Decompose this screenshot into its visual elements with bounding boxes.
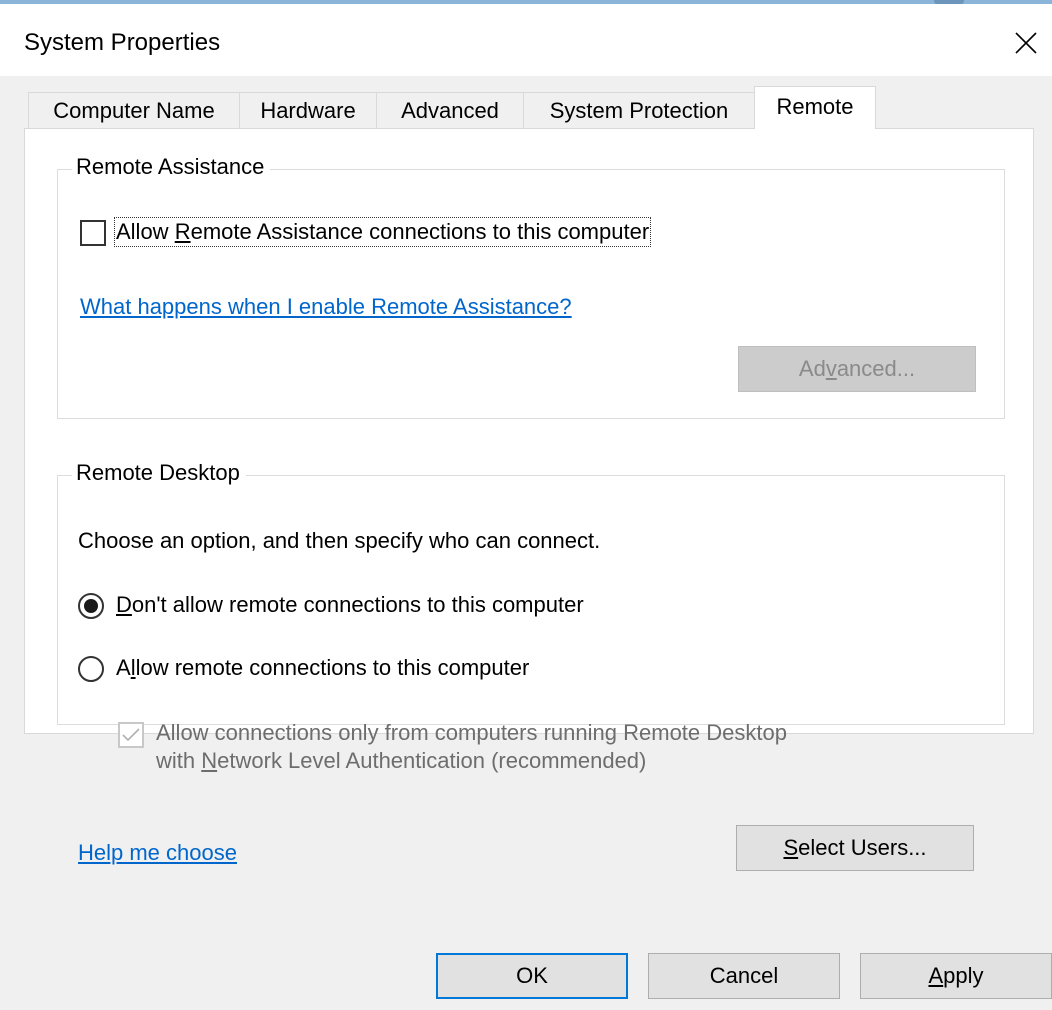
- allow-remote-assistance-checkbox[interactable]: [80, 220, 106, 246]
- remote-assistance-legend: Remote Assistance: [72, 154, 271, 180]
- advanced-button[interactable]: Ad v anced...: [738, 346, 976, 392]
- allow-remote-radio[interactable]: [78, 656, 104, 682]
- cancel-button[interactable]: Cancel: [648, 953, 840, 999]
- tab-computer-name[interactable]: Computer Name: [28, 92, 240, 128]
- remote-assistance-help-link[interactable]: What happens when I enable Remote Assist…: [80, 294, 572, 320]
- title-bar: System Properties: [0, 4, 1052, 76]
- apply-button[interactable]: Apply: [860, 953, 1052, 999]
- remote-desktop-legend: Remote Desktop: [72, 460, 246, 486]
- nla-label-line2: with Network Level Authentication (recom…: [156, 748, 647, 773]
- close-button[interactable]: [1000, 14, 1052, 72]
- select-users-button[interactable]: Select Users...: [736, 825, 974, 871]
- help-me-choose-link[interactable]: Help me choose: [78, 840, 237, 866]
- remote-tab-panel: Remote Assistance Allow Remote Assistanc…: [24, 128, 1034, 734]
- allow-remote-assistance-label[interactable]: Allow Remote Assistance connections to t…: [113, 217, 652, 247]
- tab-remote[interactable]: Remote: [754, 86, 876, 129]
- dont-allow-remote-label[interactable]: Don't allow remote connections to this c…: [116, 592, 584, 618]
- system-properties-window: System Properties Computer Name Hardware…: [0, 0, 1052, 1010]
- checkmark-icon: [122, 728, 140, 742]
- remote-desktop-instruction: Choose an option, and then specify who c…: [78, 528, 601, 553]
- close-icon: [1015, 32, 1037, 54]
- nla-label-line1: Allow connections only from computers ru…: [156, 720, 787, 745]
- allow-remote-label[interactable]: Allow remote connections to this compute…: [116, 655, 529, 681]
- dont-allow-remote-radio[interactable]: [78, 593, 104, 619]
- remote-assistance-group: Remote Assistance Allow Remote Assistanc…: [57, 154, 1005, 419]
- nla-checkbox[interactable]: [118, 722, 144, 748]
- tab-hardware[interactable]: Hardware: [239, 92, 377, 128]
- window-title: System Properties: [24, 29, 221, 56]
- ok-button[interactable]: OK: [436, 953, 628, 999]
- tab-system-protection[interactable]: System Protection: [523, 92, 755, 128]
- radio-selected-dot: [84, 599, 98, 613]
- tab-advanced[interactable]: Advanced: [376, 92, 524, 128]
